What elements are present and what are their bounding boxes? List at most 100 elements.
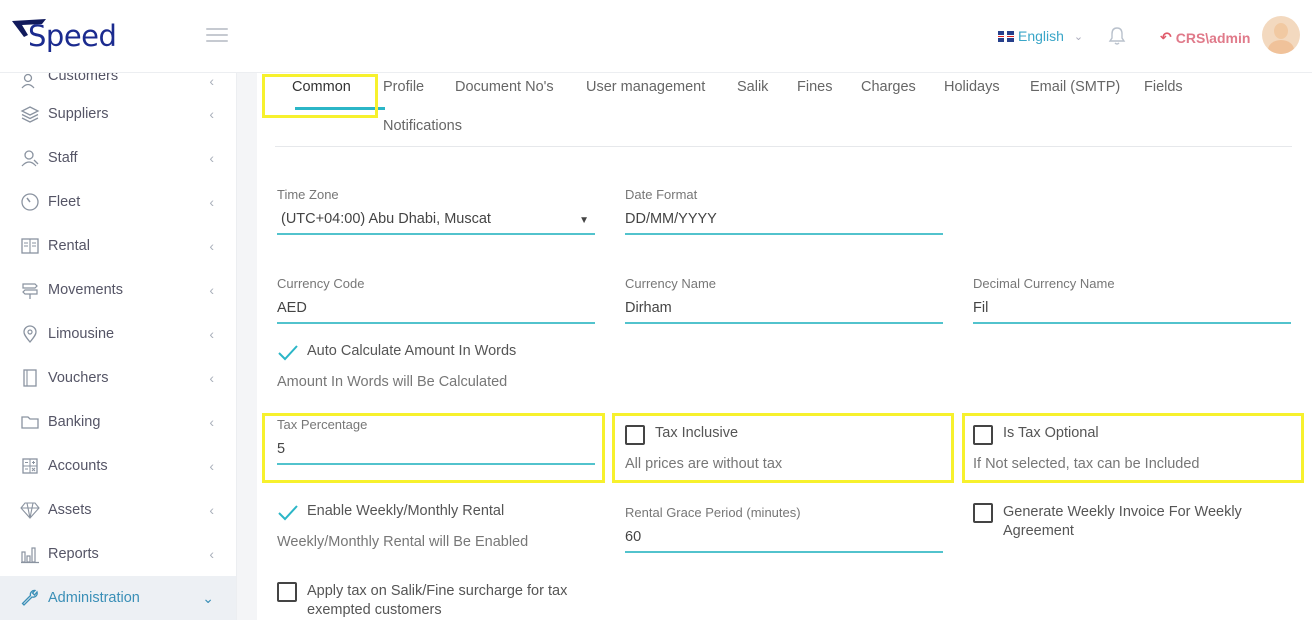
signpost-icon	[22, 283, 38, 299]
salik-tax-label: Apply tax on Salik/Fine surcharge for ta…	[307, 582, 567, 620]
sidebar-item-accounts[interactable]: Accounts ‹	[0, 444, 236, 488]
weekly-invoice-label-line2: Agreement	[1003, 523, 1074, 539]
tax-optional-checkbox[interactable]: Is Tax Optional	[973, 425, 1099, 445]
sidebar-item-movements[interactable]: Movements ‹	[0, 268, 236, 312]
sidebar-item-staff[interactable]: Staff ‹	[0, 136, 236, 180]
layers-icon	[20, 106, 40, 123]
bar-chart-icon	[21, 547, 39, 564]
chevron-left-icon: ‹	[209, 73, 214, 89]
sidebar-item-label: Vouchers	[48, 370, 109, 386]
tab-user-management[interactable]: User management	[586, 79, 705, 95]
tab-email-smtp[interactable]: Email (SMTP)	[1030, 79, 1120, 95]
book-icon	[21, 238, 39, 254]
tax-percentage-input[interactable]: 5	[277, 437, 595, 465]
users-icon	[21, 73, 35, 89]
time-zone-label: Time Zone	[277, 187, 339, 202]
chevron-left-icon: ‹	[209, 282, 214, 298]
sidebar-item-suppliers[interactable]: Suppliers ‹	[0, 92, 236, 136]
checkmark-icon	[278, 505, 298, 521]
sidebar-item-label: Administration	[48, 590, 140, 606]
chevron-left-icon: ‹	[209, 194, 214, 210]
chevron-left-icon: ‹	[209, 546, 214, 562]
weekly-invoice-checkbox[interactable]: Generate Weekly Invoice For Weekly Agree…	[973, 503, 1242, 541]
tab-holidays[interactable]: Holidays	[944, 79, 1000, 95]
decimal-currency-name-label: Decimal Currency Name	[973, 276, 1115, 291]
date-format-label: Date Format	[625, 187, 698, 202]
language-selector[interactable]: English ⌄	[998, 28, 1083, 44]
chevron-left-icon: ‹	[209, 458, 214, 474]
chevron-left-icon: ‹	[209, 106, 214, 122]
reply-arrow-icon: ↶	[1160, 29, 1172, 45]
avatar[interactable]	[1262, 16, 1300, 54]
staff-icon	[21, 150, 39, 167]
settings-tabs: Common Profile Document No's User manage…	[275, 73, 1292, 147]
salik-tax-label-line1: Apply tax on Salik/Fine surcharge for ta…	[307, 583, 568, 599]
time-zone-select[interactable]: (UTC+04:00) Abu Dhabi, Muscat ▼	[277, 207, 595, 235]
currency-name-input[interactable]: Dirham	[625, 296, 943, 324]
sidebar-item-assets[interactable]: Assets ‹	[0, 488, 236, 532]
weekly-rental-hint: Weekly/Monthly Rental will Be Enabled	[277, 534, 529, 550]
sidebar-item-customers[interactable]: Customers ‹	[0, 73, 236, 92]
currency-name-label: Currency Name	[625, 276, 717, 291]
tab-salik[interactable]: Salik	[737, 79, 768, 95]
tab-common[interactable]: Common	[292, 79, 351, 95]
sidebar-item-vouchers[interactable]: Vouchers ‹	[0, 356, 236, 400]
settings-panel: Common Profile Document No's User manage…	[257, 73, 1312, 620]
salik-tax-checkbox[interactable]: Apply tax on Salik/Fine surcharge for ta…	[277, 582, 567, 620]
tab-notifications[interactable]: Notifications	[383, 118, 462, 134]
checkmark-icon	[278, 345, 298, 361]
caret-down-icon: ▼	[579, 215, 589, 226]
tab-profile[interactable]: Profile	[383, 79, 424, 95]
gauge-icon	[21, 193, 39, 211]
sidebar-item-label: Banking	[48, 414, 101, 430]
menu-toggle-button[interactable]	[206, 28, 228, 44]
diamond-icon	[20, 502, 40, 519]
decimal-currency-name-input[interactable]: Fil	[973, 296, 1291, 324]
chevron-left-icon: ‹	[209, 326, 214, 342]
notebook-icon	[23, 369, 37, 387]
sidebar-item-rental[interactable]: Rental ‹	[0, 224, 236, 268]
speed-logo[interactable]: Speed	[10, 14, 120, 54]
chevron-left-icon: ‹	[209, 238, 214, 254]
sidebar-item-label: Staff	[48, 150, 78, 166]
tab-fines[interactable]: Fines	[797, 79, 832, 95]
sidebar-item-label: Reports	[48, 546, 99, 562]
sidebar-item-banking[interactable]: Banking ‹	[0, 400, 236, 444]
sidebar-item-fleet[interactable]: Fleet ‹	[0, 180, 236, 224]
date-format-input[interactable]: DD/MM/YYYY	[625, 207, 943, 235]
folder-icon	[21, 416, 39, 429]
uk-flag-icon	[998, 30, 1014, 42]
auto-calculate-label: Auto Calculate Amount In Words	[307, 343, 517, 359]
chevron-down-icon: ⌄	[1073, 30, 1084, 43]
grace-period-input[interactable]: 60	[625, 525, 943, 553]
sidebar-item-label: Limousine	[48, 326, 115, 342]
chevron-left-icon: ‹	[209, 502, 214, 518]
weekly-rental-checkbox[interactable]: Enable Weekly/Monthly Rental	[277, 503, 504, 523]
tax-inclusive-checkbox[interactable]: Tax Inclusive	[625, 425, 738, 445]
tab-fields[interactable]: Fields	[1144, 79, 1183, 95]
weekly-invoice-label-line1: Generate Weekly Invoice For Weekly	[1003, 504, 1242, 520]
tax-inclusive-hint: All prices are without tax	[625, 456, 783, 472]
auto-calculate-hint: Amount In Words will Be Calculated	[277, 374, 508, 390]
active-tab-indicator	[295, 107, 385, 110]
tab-document-nos[interactable]: Document No's	[455, 79, 554, 95]
notification-bell-icon[interactable]	[1107, 26, 1127, 46]
tax-optional-hint: If Not selected, tax can be Included	[973, 456, 1200, 472]
weekly-rental-label: Enable Weekly/Monthly Rental	[307, 503, 505, 519]
sidebar-item-label: Suppliers	[48, 106, 109, 122]
tab-charges[interactable]: Charges	[861, 79, 916, 95]
sidebar-item-reports[interactable]: Reports ‹	[0, 532, 236, 576]
top-header: Speed English ⌄ ↶ CRS\admin	[0, 0, 1312, 73]
sidebar-item-label: Assets	[48, 502, 92, 518]
user-menu[interactable]: ↶ CRS\admin	[1160, 29, 1250, 46]
calculator-icon	[22, 458, 38, 474]
sidebar-item-administration[interactable]: Administration ⌄	[0, 576, 236, 620]
sidebar: Customers ‹ Suppliers ‹ Staff ‹ Fleet ‹ …	[0, 73, 237, 620]
sidebar-item-limousine[interactable]: Limousine ‹	[0, 312, 236, 356]
chevron-left-icon: ‹	[209, 414, 214, 430]
highlight-tax-inclusive	[612, 413, 954, 483]
checkbox-unchecked	[973, 503, 993, 523]
currency-code-label: Currency Code	[277, 276, 365, 291]
auto-calculate-checkbox[interactable]: Auto Calculate Amount In Words	[277, 343, 516, 363]
currency-code-input[interactable]: AED	[277, 296, 595, 324]
